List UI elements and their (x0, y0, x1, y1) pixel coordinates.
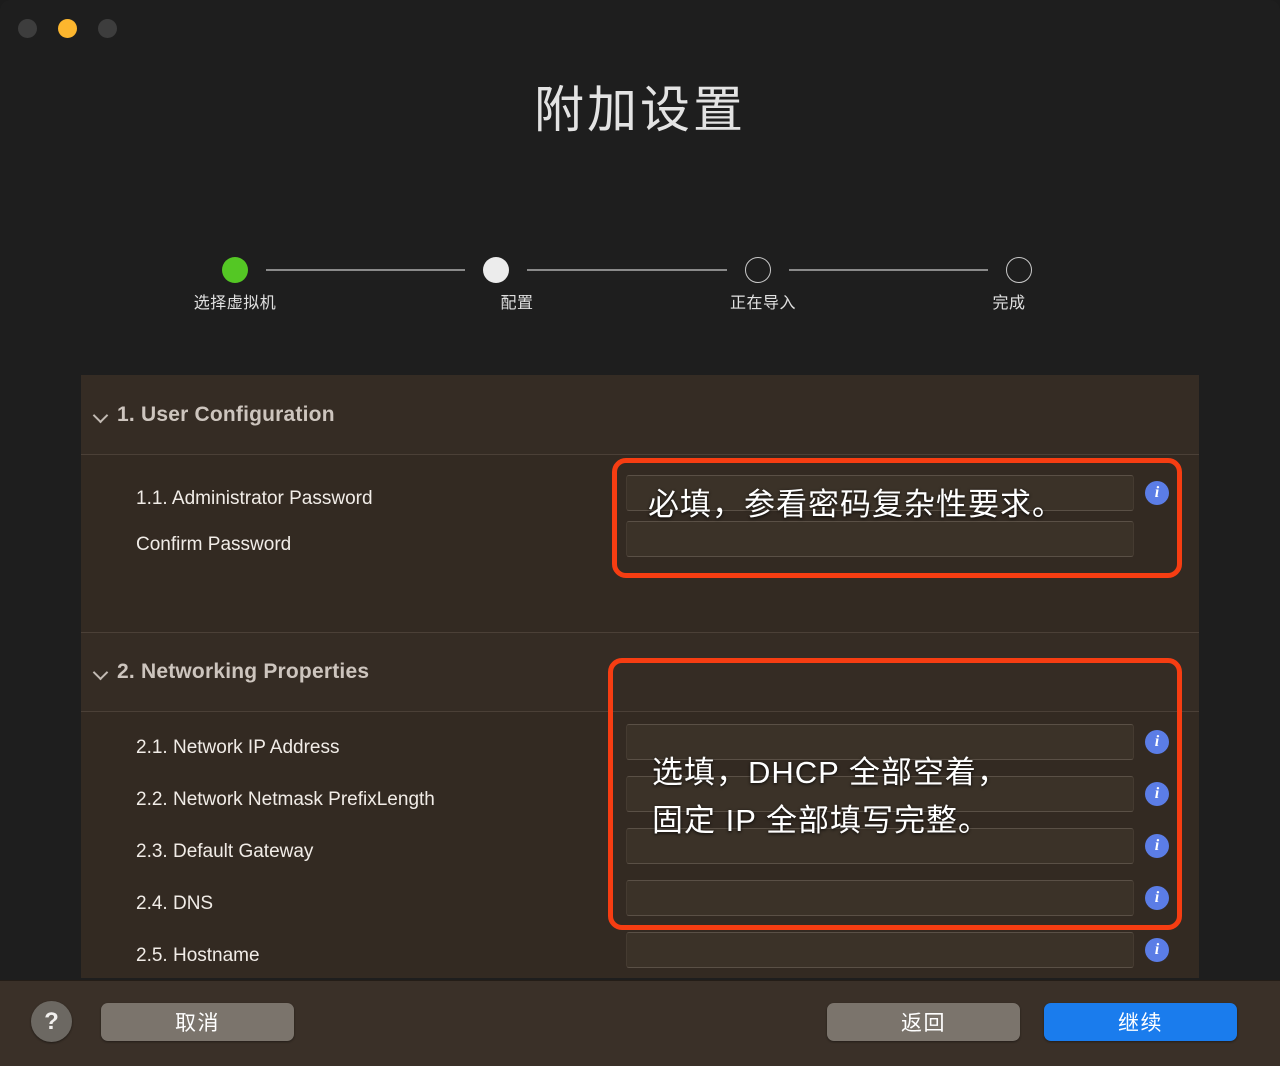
step-label-select-vm: 选择虚拟机 (193, 295, 277, 312)
info-icon-hostname[interactable]: i (1145, 938, 1169, 962)
info-icon-administrator-password[interactable]: i (1145, 481, 1169, 505)
wizard-stepper: 选择虚拟机 配置 正在导入 完成 (194, 255, 1032, 325)
field-label-dns: 2.4. DNS (136, 893, 214, 914)
section-title: 1. User Configuration (117, 402, 335, 426)
traffic-light-group (18, 18, 117, 38)
annotation-text-password: 必填，参看密码复杂性要求。 (648, 487, 1064, 522)
minimize-window-button[interactable] (58, 18, 77, 38)
chevron-down-icon[interactable] (93, 407, 109, 423)
input-hostname[interactable] (626, 932, 1134, 968)
section-body-user-configuration: 1.1. Administrator Password Confirm Pass… (81, 455, 1199, 632)
step-label-importing: 正在导入 (729, 295, 797, 312)
stepper-connector (266, 269, 466, 271)
field-label-default-gateway: 2.3. Default Gateway (136, 841, 314, 862)
field-label-confirm-password: Confirm Password (136, 534, 292, 555)
annotation-text-networking-line2: 固定 IP 全部填写完整。 (652, 803, 990, 838)
step-indicator-importing (744, 257, 771, 283)
title-bar (0, 0, 1280, 56)
chevron-down-icon[interactable] (93, 664, 109, 680)
continue-button[interactable]: 继续 (1044, 1003, 1237, 1041)
step-indicator-finish (1005, 257, 1032, 283)
step-label-finish: 完成 (992, 295, 1026, 312)
import-wizard-window: 附加设置 选择虚拟机 配置 正在导入 完成 1. User Configurat… (0, 0, 1280, 1066)
field-label-network-ip-address: 2.1. Network IP Address (136, 737, 340, 758)
annotation-text-networking-line1: 选填，DHCP 全部空着， (652, 755, 1009, 790)
section-header-user-configuration[interactable]: 1. User Configuration (81, 375, 1199, 455)
field-label-administrator-password: 1.1. Administrator Password (136, 488, 373, 509)
info-icon-dns[interactable]: i (1145, 886, 1169, 910)
settings-panel: 1. User Configuration 1.1. Administrator… (81, 375, 1199, 978)
maximize-window-button[interactable] (98, 18, 117, 38)
info-icon-network-ip-address[interactable]: i (1145, 730, 1169, 754)
step-label-configure: 配置 (500, 295, 534, 312)
back-button[interactable]: 返回 (827, 1003, 1020, 1041)
step-indicator-configure (483, 257, 510, 283)
section-body-networking-properties: 2.1. Network IP Address 2.2. Network Net… (81, 712, 1199, 977)
step-indicator-select-vm (222, 257, 248, 283)
help-button[interactable]: ? (31, 1001, 72, 1042)
footer-bar: ? 取消 返回 继续 (0, 980, 1280, 1066)
section-title: 2. Networking Properties (117, 660, 370, 683)
stepper-connector (788, 269, 988, 271)
stepper-connector (527, 269, 727, 271)
input-confirm-password[interactable] (626, 521, 1134, 557)
field-label-hostname: 2.5. Hostname (136, 945, 260, 966)
cancel-button[interactable]: 取消 (101, 1003, 294, 1041)
close-window-button[interactable] (18, 18, 37, 38)
input-dns[interactable] (626, 880, 1134, 916)
section-header-networking-properties[interactable]: 2. Networking Properties (81, 632, 1199, 712)
stepper-labels: 选择虚拟机 配置 正在导入 完成 (194, 289, 1032, 315)
page-title: 附加设置 (534, 82, 746, 138)
stepper-track (222, 255, 1032, 285)
info-icon-network-netmask-prefixlen[interactable]: i (1145, 782, 1169, 806)
field-label-network-netmask-prefixlen: 2.2. Network Netmask PrefixLength (136, 789, 435, 810)
info-icon-default-gateway[interactable]: i (1145, 834, 1169, 858)
